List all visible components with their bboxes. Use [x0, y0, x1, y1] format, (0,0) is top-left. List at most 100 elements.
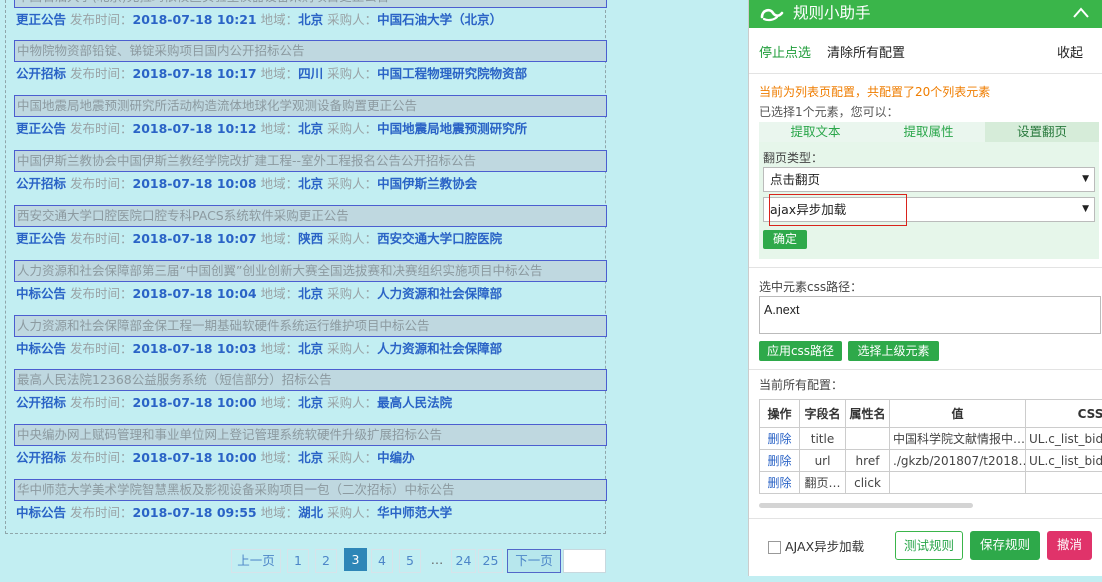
- list-item-title[interactable]: 华中师范大学美术学院智慧黑板及影视设备采购项目一包（二次招标）中标公告: [14, 479, 607, 501]
- buyer: 最高人民法院: [377, 395, 453, 410]
- list-item-title[interactable]: 中物院物资部铅锭、锑锭采购项目国内公开招标公告: [14, 40, 607, 62]
- field-name-cell: url: [799, 449, 846, 472]
- config-table-container: 操作 字段名 属性名 值 CSS路径 删除 title 中国科学院文献情报中… …: [759, 399, 1102, 495]
- column-header: 操作: [759, 399, 800, 428]
- delete-link[interactable]: 删除: [759, 471, 800, 494]
- css-path-label: 选中元素css路径：: [759, 280, 863, 294]
- save-rule-button[interactable]: 保存规则: [970, 531, 1040, 560]
- cancel-button[interactable]: 撤消: [1047, 531, 1092, 560]
- list-item-meta: 公开招标 发布时间：2018-07-18 10:08 地域：北京 采购人：中国伊…: [16, 176, 477, 192]
- publish-date: 2018-07-18 10:21: [132, 12, 257, 27]
- annotation-highlight-box: [769, 194, 907, 226]
- buyer-label: 采购人：: [327, 231, 378, 246]
- apply-css-button[interactable]: 应用css路径: [759, 341, 842, 361]
- delete-link[interactable]: 删除: [759, 449, 800, 472]
- list-item-title[interactable]: 中国伊斯兰教协会中国伊斯兰教经学院改扩建工程--室外工程报名公告公开招标公告: [14, 150, 607, 172]
- table-scrollbar[interactable]: [759, 503, 973, 508]
- buyer: 中国地震局地震预测研究所: [377, 121, 528, 136]
- tab-pagination[interactable]: 设置翻页: [985, 122, 1099, 142]
- config-status-note: 当前为列表页配置，共配置了20个列表元素: [759, 85, 991, 99]
- tab-extract-text[interactable]: 提取文本: [759, 122, 872, 142]
- page-button[interactable]: 2: [315, 549, 337, 573]
- buyer: 人力资源和社会保障部: [377, 286, 503, 301]
- dropdown-arrow-icon: ▼: [1082, 204, 1089, 214]
- publish-date: 2018-07-18 10:03: [132, 341, 257, 356]
- delete-link[interactable]: 删除: [759, 427, 800, 450]
- list-item-title[interactable]: 中国地震局地震预测研究所活动构造流体地球化学观测设备购置更正公告: [14, 95, 607, 117]
- prev-page-button[interactable]: 上一页: [231, 549, 281, 573]
- region-label: 地域：: [260, 395, 299, 410]
- announcement-type: 更正公告: [16, 12, 67, 27]
- buyer-label: 采购人：: [327, 12, 378, 27]
- region-label: 地域：: [260, 341, 299, 356]
- date-label: 发布时间：: [70, 176, 133, 191]
- value-cell: ./gkzb/201807/t2018…: [889, 449, 1026, 472]
- divider: [749, 369, 1102, 370]
- css-path-cell: UL.c_list_bid>LI>A: [1025, 427, 1102, 450]
- announcement-type: 公开招标: [16, 395, 67, 410]
- page-button[interactable]: 1: [287, 549, 309, 573]
- announcement-type: 公开招标: [16, 66, 67, 81]
- buyer: 中国工程物理研究院物资部: [377, 66, 528, 81]
- table-row: 删除 url href ./gkzb/201807/t2018… UL.c_li…: [759, 449, 1102, 472]
- announcement-type: 公开招标: [16, 450, 67, 465]
- list-item-title[interactable]: 中国石油大学(北京)克拉玛依校区实验室仪器设备采购项目更正公告: [14, 0, 607, 8]
- next-page-button[interactable]: 下一页: [507, 549, 561, 573]
- test-rule-button[interactable]: 测试规则: [895, 531, 963, 560]
- divider: [749, 73, 1102, 74]
- region: 湖北: [298, 505, 324, 520]
- page-button[interactable]: 25: [478, 549, 503, 573]
- dropdown-arrow-icon: ▼: [1082, 174, 1089, 184]
- region-label: 地域：: [260, 286, 299, 301]
- page-button[interactable]: 5: [399, 549, 421, 573]
- current-page-button[interactable]: 3: [344, 548, 367, 571]
- ajax-checkbox[interactable]: [768, 541, 781, 554]
- list-item-title[interactable]: 人力资源和社会保障部第三届“中国创翼”创业创新大赛全国选拔赛和决赛组织实施项目中…: [14, 260, 607, 282]
- select-parent-button[interactable]: 选择上级元素: [848, 341, 939, 361]
- date-label: 发布时间：: [70, 286, 133, 301]
- confirm-button[interactable]: 确定: [763, 230, 807, 249]
- publish-date: 2018-07-18 10:08: [132, 176, 257, 191]
- buyer: 人力资源和社会保障部: [377, 341, 503, 356]
- stop-select-button[interactable]: 停止点选: [759, 45, 811, 63]
- css-path-input[interactable]: A.next: [759, 296, 1101, 334]
- date-label: 发布时间：: [70, 12, 133, 27]
- all-config-label: 当前所有配置：: [759, 378, 844, 392]
- buyer-label: 采购人：: [327, 505, 378, 520]
- tab-extract-attr[interactable]: 提取属性: [872, 122, 985, 142]
- list-item-meta: 公开招标 发布时间：2018-07-18 10:00 地域：北京 采购人：中编办: [16, 450, 415, 466]
- buyer: 中编办: [377, 450, 415, 465]
- region-label: 地域：: [260, 12, 299, 27]
- list-item-meta: 公开招标 发布时间：2018-07-18 10:17 地域：四川 采购人：中国工…: [16, 66, 527, 82]
- value-cell: 中国科学院文献情报中…: [889, 427, 1026, 450]
- announcement-type: 中标公告: [16, 505, 67, 520]
- region-label: 地域：: [260, 66, 299, 81]
- list-item-title[interactable]: 人力资源和社会保障部金保工程一期基础软硬件系统运行维护项目中标公告: [14, 315, 607, 337]
- field-name-cell: 翻页…: [799, 471, 846, 494]
- list-item-title[interactable]: 最高人民法院12368公益服务系统（短信部分）招标公告: [14, 369, 607, 391]
- page-type-label: 翻页类型：: [763, 151, 824, 165]
- announcement-type: 公开招标: [16, 176, 67, 191]
- list-item-title[interactable]: 中央编办网上赋码管理和事业单位网上登记管理系统软硬件升级扩展招标公告: [14, 424, 607, 446]
- logo-icon: [760, 8, 784, 22]
- date-label: 发布时间：: [70, 121, 133, 136]
- column-header: CSS路径: [1025, 399, 1102, 428]
- attr-name-cell: [845, 427, 890, 450]
- page-jump-input[interactable]: [563, 549, 606, 573]
- css-path-cell: [1025, 471, 1102, 494]
- page-button[interactable]: 4: [371, 549, 393, 573]
- divider: [749, 267, 1102, 268]
- fold-button[interactable]: 收起: [1057, 45, 1083, 63]
- region-label: 地域：: [260, 505, 299, 520]
- page-type-select[interactable]: 点击翻页 ▼: [763, 167, 1095, 192]
- buyer-label: 采购人：: [327, 66, 378, 81]
- list-item-meta: 公开招标 发布时间：2018-07-18 10:00 地域：北京 采购人：最高人…: [16, 395, 452, 411]
- buyer-label: 采购人：: [327, 286, 378, 301]
- clear-config-button[interactable]: 清除所有配置: [827, 45, 905, 63]
- date-label: 发布时间：: [70, 66, 133, 81]
- page-button[interactable]: 24: [451, 549, 476, 573]
- chevron-up-icon[interactable]: [1071, 4, 1091, 22]
- list-item-title[interactable]: 西安交通大学口腔医院口腔专科PACS系统软件采购更正公告: [14, 205, 607, 227]
- panel-header: 规则小助手: [749, 0, 1102, 28]
- region: 北京: [298, 341, 324, 356]
